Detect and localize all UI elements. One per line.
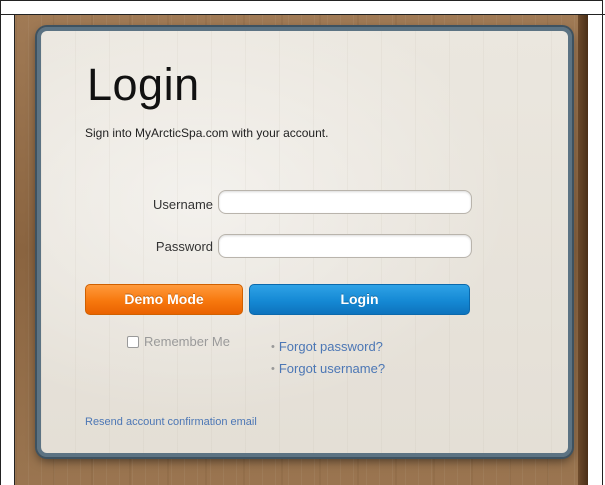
forgot-password-link[interactable]: Forgot password? — [279, 336, 383, 358]
help-links: • Forgot password? • Forgot username? — [271, 336, 385, 380]
demo-mode-button[interactable]: Demo Mode — [85, 284, 243, 315]
bullet-icon: • — [271, 341, 275, 353]
remember-me-label: Remember Me — [144, 334, 230, 349]
forgot-password-row: • Forgot password? — [271, 336, 385, 358]
wood-edge — [578, 15, 588, 485]
bullet-icon: • — [271, 363, 275, 375]
username-label: Username — [153, 197, 213, 212]
username-field[interactable] — [218, 190, 472, 214]
login-button[interactable]: Login — [249, 284, 470, 315]
remember-me-checkbox[interactable] — [127, 335, 139, 348]
resend-confirmation-link[interactable]: Resend account confirmation email — [85, 416, 257, 428]
password-field[interactable] — [218, 234, 472, 258]
page-title: Login — [87, 59, 200, 110]
login-card: Login Sign into MyArcticSpa.com with you… — [37, 27, 572, 457]
forgot-username-link[interactable]: Forgot username? — [279, 358, 385, 380]
remember-me[interactable]: Remember Me — [127, 334, 230, 349]
password-label: Password — [155, 239, 213, 254]
page-subtitle: Sign into MyArcticSpa.com with your acco… — [85, 126, 329, 140]
forgot-username-row: • Forgot username? — [271, 358, 385, 380]
